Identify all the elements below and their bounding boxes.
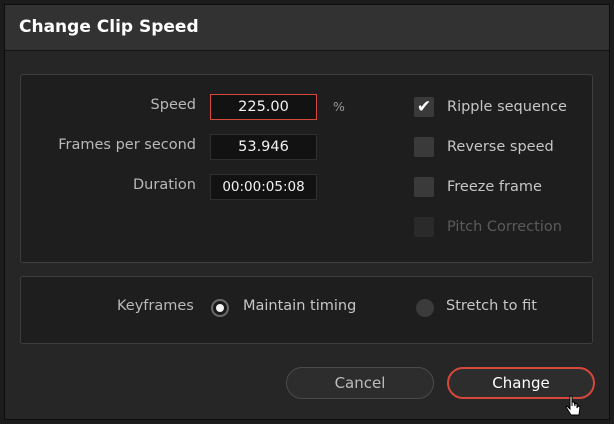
ripple-sequence-option[interactable]: ✔ Ripple sequence [414,97,594,119]
dialog-title-bar: Change Clip Speed [5,5,609,51]
speed-unit: % [333,99,345,114]
freeze-frame-option[interactable]: Freeze frame [414,177,594,199]
speed-label: Speed [150,97,196,113]
fps-input[interactable]: 53.946 [210,134,317,160]
dialog-title: Change Clip Speed [19,17,199,37]
duration-input[interactable]: 00:00:05:08 [210,174,317,200]
pitch-correction-checkbox [414,217,434,237]
keyframes-label: Keyframes [117,298,194,314]
stretch-to-fit-radio[interactable] [416,299,434,317]
freeze-frame-checkbox[interactable] [414,177,434,197]
reverse-speed-option[interactable]: Reverse speed [414,137,594,159]
reverse-speed-checkbox[interactable] [414,137,434,157]
cancel-button[interactable]: Cancel [286,367,434,399]
stretch-to-fit-label[interactable]: Stretch to fit [446,298,537,314]
radio-dot-icon [216,304,224,312]
pitch-correction-label: Pitch Correction [447,219,562,235]
change-clip-speed-dialog: Change Clip Speed [4,4,610,420]
speed-input[interactable]: 225.00 [210,94,317,120]
pointer-cursor-icon [565,395,581,416]
reverse-speed-label: Reverse speed [447,139,554,155]
maintain-timing-label[interactable]: Maintain timing [243,298,356,314]
checkmark-icon: ✔ [416,97,432,117]
freeze-frame-label: Freeze frame [447,179,542,195]
maintain-timing-radio[interactable] [211,299,229,317]
ripple-sequence-checkbox[interactable]: ✔ [414,97,434,117]
ripple-sequence-label: Ripple sequence [447,99,567,115]
duration-label: Duration [133,177,196,193]
fps-label: Frames per second [58,137,196,153]
pitch-correction-option: Pitch Correction [414,217,594,239]
